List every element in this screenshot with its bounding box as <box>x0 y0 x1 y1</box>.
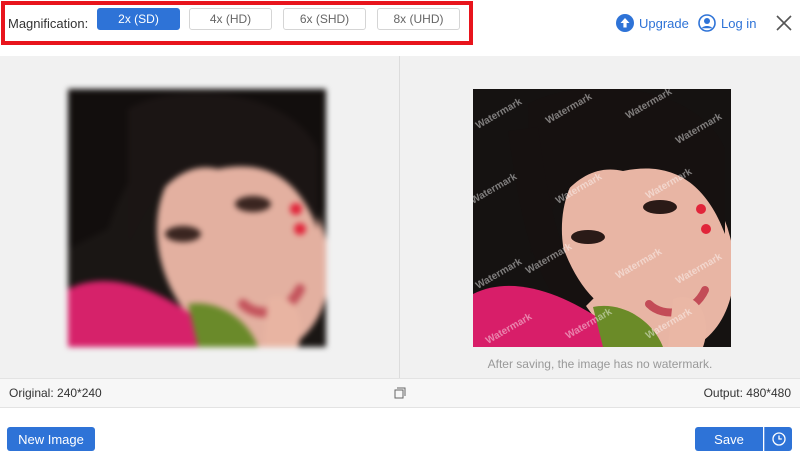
new-image-button[interactable]: New Image <box>7 427 95 451</box>
mag-option-2x[interactable]: 2x (SD) <box>97 8 180 30</box>
upgrade-label: Upgrade <box>639 15 689 31</box>
mag-option-8x[interactable]: 8x (UHD) <box>377 8 460 30</box>
upgrade-link[interactable]: Upgrade <box>616 12 689 34</box>
preview-area: Watermark Watermark Watermark Watermark … <box>0 56 800 378</box>
output-image: Watermark Watermark Watermark Watermark … <box>473 89 731 347</box>
history-button[interactable] <box>764 427 792 451</box>
mag-option-4x[interactable]: 4x (HD) <box>189 8 272 30</box>
compare-icon[interactable] <box>394 387 406 399</box>
login-link[interactable]: Log in <box>698 12 756 34</box>
toolbar: Magnification: 2x (SD) 4x (HD) 6x (SHD) … <box>0 0 800 56</box>
original-size: Original: 240*240 <box>9 386 102 400</box>
magnification-label: Magnification: <box>8 15 89 31</box>
preview-divider <box>399 56 400 378</box>
user-icon <box>698 14 716 32</box>
output-size: Output: 480*480 <box>703 386 791 400</box>
original-image <box>68 89 326 347</box>
info-bar: Original: 240*240 Output: 480*480 <box>0 378 800 408</box>
upgrade-icon <box>616 14 634 32</box>
login-label: Log in <box>721 15 757 31</box>
close-icon[interactable] <box>775 14 793 32</box>
save-button[interactable]: Save <box>695 427 763 451</box>
mag-option-6x[interactable]: 6x (SHD) <box>283 8 366 30</box>
clock-icon <box>771 432 786 446</box>
watermark-note: After saving, the image has no watermark… <box>487 357 713 371</box>
